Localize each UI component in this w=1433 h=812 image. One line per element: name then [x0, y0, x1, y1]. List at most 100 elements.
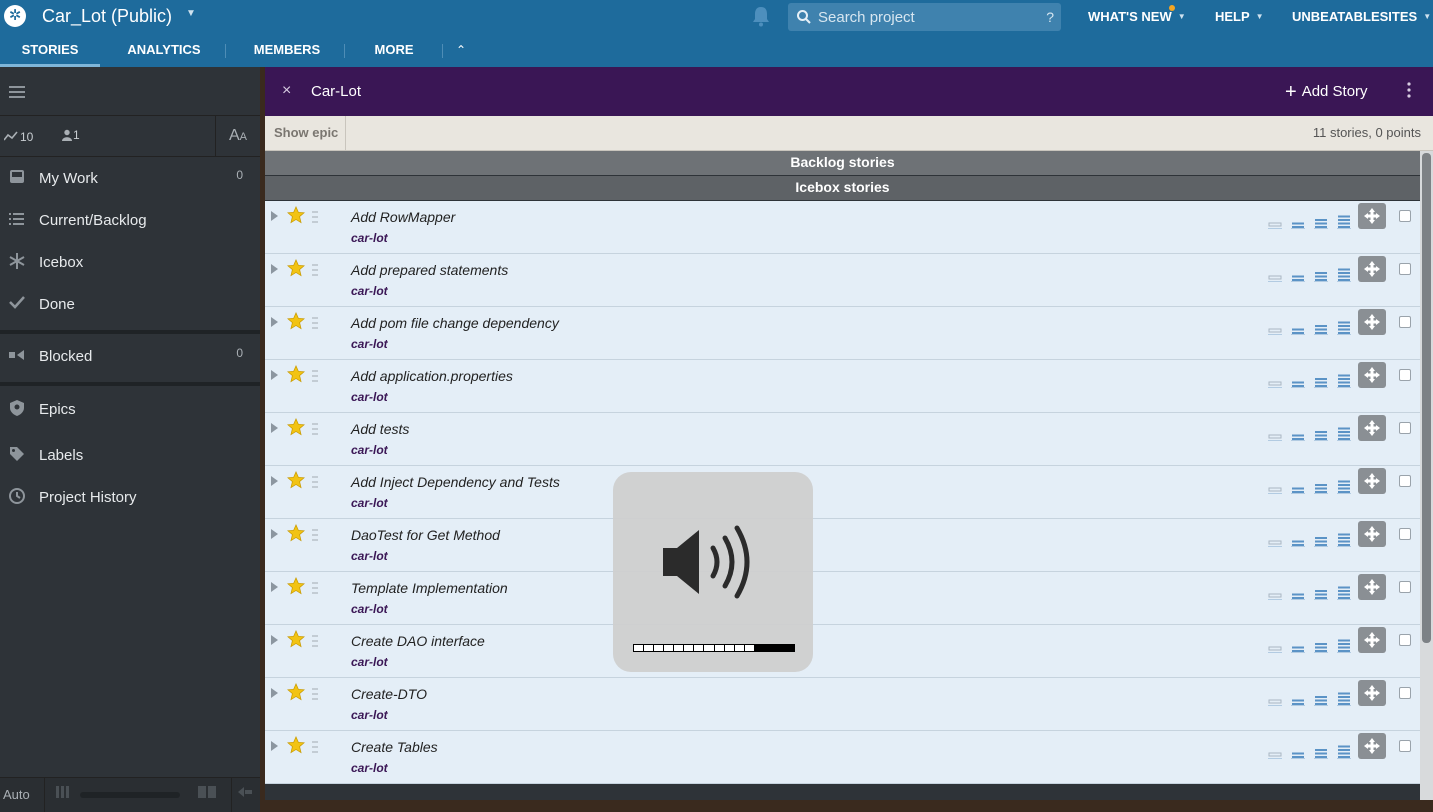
select-story-checkbox[interactable]: [1399, 581, 1411, 593]
estimate-3-point-icon[interactable]: [1337, 533, 1351, 547]
move-story-button[interactable]: [1358, 680, 1386, 706]
move-story-button[interactable]: [1358, 733, 1386, 759]
select-story-checkbox[interactable]: [1399, 687, 1411, 699]
select-story-checkbox[interactable]: [1399, 316, 1411, 328]
select-story-checkbox[interactable]: [1399, 263, 1411, 275]
estimate-1-point-icon[interactable]: [1291, 533, 1305, 547]
story-row[interactable]: Create DAO interface car-lot: [265, 625, 1420, 678]
help-menu[interactable]: HELP ▼: [1215, 9, 1264, 24]
story-title[interactable]: Create Tables: [351, 739, 438, 755]
estimate-1-point-icon[interactable]: [1291, 215, 1305, 229]
star-icon[interactable]: [287, 312, 305, 330]
story-row[interactable]: Add Inject Dependency and Tests car-lot: [265, 466, 1420, 519]
story-label-tag[interactable]: car-lot: [351, 761, 388, 775]
estimate-0-point-icon[interactable]: [1268, 745, 1282, 759]
story-title[interactable]: Create DAO interface: [351, 633, 485, 649]
tab-stories[interactable]: STORIES: [0, 34, 100, 67]
font-size-toggle[interactable]: AA: [215, 116, 260, 156]
drag-handle-icon[interactable]: [312, 529, 318, 541]
move-story-button[interactable]: [1358, 627, 1386, 653]
estimate-0-point-icon[interactable]: [1268, 480, 1282, 494]
story-row[interactable]: Add RowMapper car-lot: [265, 201, 1420, 254]
close-panel-button[interactable]: ×: [282, 82, 291, 100]
move-story-button[interactable]: [1358, 574, 1386, 600]
drag-handle-icon[interactable]: [312, 370, 318, 382]
estimate-1-point-icon[interactable]: [1291, 321, 1305, 335]
estimate-2-point-icon[interactable]: [1314, 586, 1328, 600]
estimate-3-point-icon[interactable]: [1337, 586, 1351, 600]
estimate-2-point-icon[interactable]: [1314, 533, 1328, 547]
expand-arrow-icon[interactable]: [271, 582, 278, 592]
backlog-section-header[interactable]: Backlog stories: [265, 151, 1420, 175]
notifications-bell-icon[interactable]: [750, 4, 772, 28]
select-story-checkbox[interactable]: [1399, 528, 1411, 540]
estimate-2-point-icon[interactable]: [1314, 374, 1328, 388]
search-input[interactable]: [818, 6, 1033, 28]
story-row[interactable]: Add prepared statements car-lot: [265, 254, 1420, 307]
scrollbar[interactable]: [1420, 151, 1433, 800]
estimate-3-point-icon[interactable]: [1337, 745, 1351, 759]
estimate-2-point-icon[interactable]: [1314, 745, 1328, 759]
estimate-3-point-icon[interactable]: [1337, 215, 1351, 229]
add-story-button[interactable]: + Add Story: [1285, 81, 1368, 104]
expand-arrow-icon[interactable]: [271, 476, 278, 486]
estimate-3-point-icon[interactable]: [1337, 639, 1351, 653]
project-title[interactable]: Car_Lot (Public): [42, 6, 172, 27]
drag-handle-icon[interactable]: [312, 476, 318, 488]
move-story-button[interactable]: [1358, 203, 1386, 229]
estimate-1-point-icon[interactable]: [1291, 639, 1305, 653]
move-story-button[interactable]: [1358, 521, 1386, 547]
story-row[interactable]: Create-DTO car-lot: [265, 678, 1420, 731]
select-story-checkbox[interactable]: [1399, 475, 1411, 487]
story-label-tag[interactable]: car-lot: [351, 708, 388, 722]
story-label-tag[interactable]: car-lot: [351, 655, 388, 669]
story-row[interactable]: Template Implementation car-lot: [265, 572, 1420, 625]
panel-menu-kebab-icon[interactable]: [1405, 81, 1413, 99]
estimate-1-point-icon[interactable]: [1291, 745, 1305, 759]
expand-arrow-icon[interactable]: [271, 635, 278, 645]
estimate-0-point-icon[interactable]: [1268, 533, 1282, 547]
estimate-2-point-icon[interactable]: [1314, 321, 1328, 335]
move-story-button[interactable]: [1358, 468, 1386, 494]
star-icon[interactable]: [287, 683, 305, 701]
story-label-tag[interactable]: car-lot: [351, 443, 388, 457]
story-title[interactable]: Create-DTO: [351, 686, 427, 702]
tab-more[interactable]: MORE: [354, 34, 434, 67]
estimate-0-point-icon[interactable]: [1268, 215, 1282, 229]
estimate-1-point-icon[interactable]: [1291, 480, 1305, 494]
estimate-0-point-icon[interactable]: [1268, 268, 1282, 282]
story-title[interactable]: DaoTest for Get Method: [351, 527, 500, 543]
project-menu-caret-icon[interactable]: ▼: [186, 8, 196, 19]
sidebar-item-blocked[interactable]: Blocked 0: [0, 340, 260, 372]
story-title[interactable]: Add pom file change dependency: [351, 315, 559, 331]
estimate-2-point-icon[interactable]: [1314, 480, 1328, 494]
estimate-3-point-icon[interactable]: [1337, 480, 1351, 494]
move-story-button[interactable]: [1358, 309, 1386, 335]
estimate-0-point-icon[interactable]: [1268, 639, 1282, 653]
sidebar-item-labels[interactable]: Labels: [0, 439, 260, 471]
star-icon[interactable]: [287, 418, 305, 436]
estimate-1-point-icon[interactable]: [1291, 692, 1305, 706]
sidebar-item-my-work[interactable]: My Work 0: [0, 162, 260, 194]
star-icon[interactable]: [287, 206, 305, 224]
expand-arrow-icon[interactable]: [271, 688, 278, 698]
estimate-2-point-icon[interactable]: [1314, 692, 1328, 706]
move-story-button[interactable]: [1358, 256, 1386, 282]
estimate-1-point-icon[interactable]: [1291, 268, 1305, 282]
auto-zoom-button[interactable]: Auto: [3, 787, 30, 802]
sidebar-item-project-history[interactable]: Project History: [0, 481, 260, 513]
estimate-3-point-icon[interactable]: [1337, 692, 1351, 706]
sidebar-item-epics[interactable]: Epics: [0, 393, 260, 425]
star-icon[interactable]: [287, 630, 305, 648]
star-icon[interactable]: [287, 365, 305, 383]
estimate-1-point-icon[interactable]: [1291, 374, 1305, 388]
expand-arrow-icon[interactable]: [271, 423, 278, 433]
zoom-in-icon[interactable]: [198, 786, 216, 798]
account-menu[interactable]: UNBEATABLESITES ▼: [1292, 9, 1431, 24]
story-row[interactable]: Add pom file change dependency car-lot: [265, 307, 1420, 360]
app-logo-icon[interactable]: ✲: [4, 5, 26, 27]
story-title[interactable]: Add tests: [351, 421, 409, 437]
story-label-tag[interactable]: car-lot: [351, 337, 388, 351]
story-row[interactable]: Add application.properties car-lot: [265, 360, 1420, 413]
drag-handle-icon[interactable]: [312, 423, 318, 435]
